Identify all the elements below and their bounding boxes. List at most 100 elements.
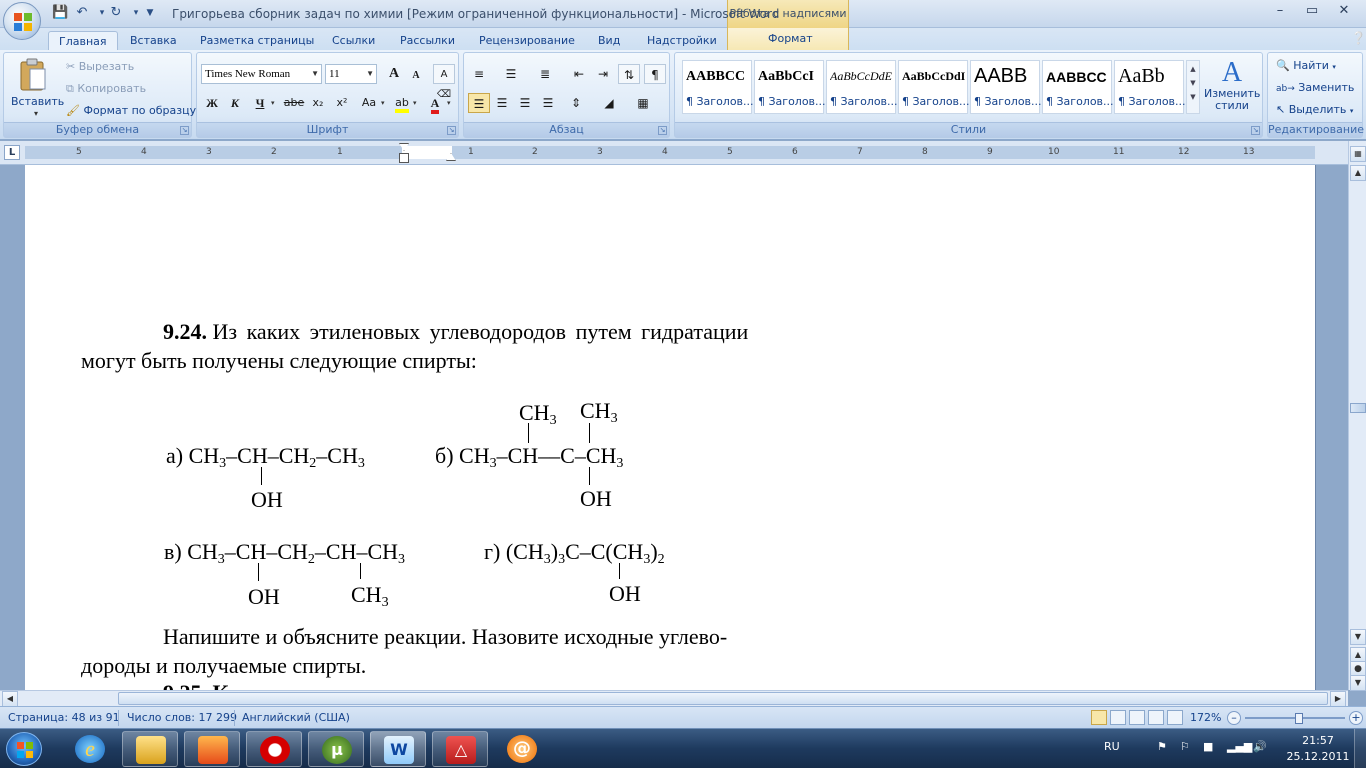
- change-styles-button[interactable]: A Изменить стили: [1204, 58, 1260, 120]
- draft-view-icon[interactable]: [1167, 710, 1183, 725]
- clock-time[interactable]: 21:57: [1293, 734, 1343, 747]
- help-icon[interactable]: ❔: [1351, 31, 1366, 45]
- styles-launcher-icon[interactable]: ↘: [1251, 126, 1260, 135]
- input-language[interactable]: RU: [1104, 740, 1120, 753]
- scroll-left-icon[interactable]: ◀: [2, 691, 18, 707]
- office-button[interactable]: [3, 2, 41, 40]
- style-tile[interactable]: AaBbCcDdI ¶ Заголов...: [898, 60, 970, 114]
- shrink-font-button[interactable]: A: [405, 66, 427, 86]
- taskbar-ie[interactable]: e: [62, 731, 118, 767]
- paragraph-launcher-icon[interactable]: ↘: [658, 126, 667, 135]
- copy-button[interactable]: ⧉ Копировать: [66, 82, 146, 96]
- tab-references[interactable]: Ссылки: [332, 31, 375, 50]
- style-tile[interactable]: AABB ¶ Заголов...: [970, 60, 1042, 114]
- customize-qat-icon[interactable]: ▼: [142, 5, 158, 21]
- minimize-button[interactable]: –: [1266, 2, 1294, 22]
- taskbar-utorrent[interactable]: µ: [308, 731, 364, 767]
- style-tile[interactable]: AaBbCcDdE ¶ Заголов...: [826, 60, 898, 114]
- style-tile[interactable]: AaBbCcI ¶ Заголов...: [754, 60, 826, 114]
- clock-date[interactable]: 25.12.2011: [1283, 750, 1353, 763]
- zoom-out-icon[interactable]: –: [1227, 711, 1241, 725]
- paste-button[interactable]: Вставить: [11, 95, 64, 108]
- align-left-icon[interactable]: ☰: [468, 93, 490, 113]
- shading-icon[interactable]: ◢: [598, 93, 620, 113]
- hscroll-thumb[interactable]: [118, 692, 1328, 705]
- tray-app-icon[interactable]: ■: [1203, 740, 1213, 753]
- font-color-button[interactable]: A: [424, 93, 446, 114]
- start-button[interactable]: [6, 732, 42, 766]
- numbering-icon[interactable]: ☰: [500, 64, 522, 84]
- grow-font-button[interactable]: A: [383, 64, 405, 84]
- restore-button[interactable]: ▭: [1298, 2, 1326, 22]
- taskbar-opera[interactable]: [246, 731, 302, 767]
- borders-icon[interactable]: ▦: [632, 93, 654, 113]
- left-indent-icon[interactable]: [399, 153, 409, 163]
- paste-icon[interactable]: [18, 57, 48, 93]
- word-count[interactable]: Число слов: 17 299: [127, 711, 237, 724]
- tab-addins[interactable]: Надстройки: [647, 31, 717, 50]
- close-button[interactable]: ✕: [1330, 2, 1358, 22]
- style-tile[interactable]: AaBb ¶ Заголов...: [1114, 60, 1186, 114]
- underline-button[interactable]: Ч: [249, 93, 271, 113]
- align-right-icon[interactable]: ☰: [514, 93, 536, 113]
- page-count[interactable]: Страница: 48 из 91: [8, 711, 120, 724]
- chevron-up-icon[interactable]: ▲: [1187, 65, 1199, 73]
- highlight-icon[interactable]: ab: [391, 93, 413, 113]
- more-styles-icon[interactable]: ▼: [1187, 93, 1199, 101]
- tab-view[interactable]: Вид: [598, 31, 620, 50]
- change-case-button[interactable]: Aa: [356, 93, 382, 113]
- clear-formatting-icon[interactable]: A​⌫: [433, 64, 455, 100]
- taskbar-acrobat[interactable]: △: [432, 731, 488, 767]
- cut-button[interactable]: ✂ Вырезать: [66, 60, 134, 73]
- paste-dropdown-icon[interactable]: ▾: [34, 109, 38, 118]
- subscript-button[interactable]: x₂: [307, 93, 329, 113]
- print-layout-view-icon[interactable]: [1091, 710, 1107, 725]
- sort-icon[interactable]: ⇅: [618, 64, 640, 84]
- page[interactable]: 9.24. Из каких этиленовых углеводородов …: [25, 165, 1316, 690]
- action-center-icon[interactable]: ⚐: [1180, 740, 1190, 753]
- replace-button[interactable]: ab→ Заменить: [1276, 81, 1354, 94]
- language-indicator[interactable]: Английский (США): [242, 711, 350, 724]
- taskbar-word[interactable]: W: [370, 731, 426, 767]
- volume-icon[interactable]: 🔊: [1253, 740, 1267, 753]
- scroll-thumb[interactable]: [1350, 403, 1366, 413]
- decrease-indent-icon[interactable]: ⇤: [568, 64, 590, 84]
- tab-insert[interactable]: Вставка: [130, 31, 177, 50]
- highlight-dropdown-icon[interactable]: ▾: [413, 99, 417, 107]
- full-screen-reading-view-icon[interactable]: [1110, 710, 1126, 725]
- redo-icon[interactable]: ↻: [108, 5, 124, 21]
- clipboard-launcher-icon[interactable]: ↘: [180, 126, 189, 135]
- superscript-button[interactable]: x²: [331, 93, 353, 113]
- tab-format[interactable]: Формат: [768, 29, 813, 48]
- taskbar-app[interactable]: [184, 731, 240, 767]
- scroll-right-icon[interactable]: ▶: [1330, 691, 1346, 707]
- web-layout-view-icon[interactable]: [1129, 710, 1145, 725]
- justify-icon[interactable]: ☰: [537, 93, 559, 113]
- find-button[interactable]: 🔍 Найти ▾: [1276, 59, 1336, 72]
- zoom-slider-thumb[interactable]: [1295, 713, 1303, 724]
- view-ruler-icon[interactable]: ▦: [1350, 146, 1366, 162]
- show-desktop-button[interactable]: [1354, 729, 1366, 768]
- font-color-dropdown-icon[interactable]: ▾: [447, 99, 451, 107]
- zoom-in-icon[interactable]: +: [1349, 711, 1363, 725]
- change-case-dropdown-icon[interactable]: ▾: [381, 99, 385, 107]
- font-launcher-icon[interactable]: ↘: [447, 126, 456, 135]
- style-tile[interactable]: AABBCC ¶ Заголов...: [1042, 60, 1114, 114]
- line-spacing-icon[interactable]: ⇕: [565, 93, 587, 113]
- styles-scroll[interactable]: ▲ ▼ ▼: [1186, 60, 1200, 114]
- tab-page-layout[interactable]: Разметка страницы: [200, 31, 314, 50]
- underline-dropdown-icon[interactable]: ▾: [271, 99, 275, 107]
- font-name-combo[interactable]: Times New Roman ▼: [201, 64, 322, 84]
- italic-button[interactable]: К: [224, 93, 246, 113]
- style-tile[interactable]: AABBCC ¶ Заголов...: [682, 60, 754, 114]
- taskbar-explorer[interactable]: [122, 731, 178, 767]
- format-painter-button[interactable]: 🖌 Формат по образцу: [66, 104, 196, 117]
- tab-review[interactable]: Рецензирование: [479, 31, 575, 50]
- chevron-down-icon[interactable]: ▼: [1187, 79, 1199, 87]
- scroll-down-icon[interactable]: ▼: [1350, 629, 1366, 645]
- show-marks-button[interactable]: ¶: [644, 64, 666, 84]
- vertical-scrollbar[interactable]: ▦ ▲ ▼ ▲ ● ▼: [1348, 141, 1366, 691]
- undo-icon[interactable]: ↶: [74, 5, 90, 21]
- scroll-up-icon[interactable]: ▲: [1350, 165, 1366, 181]
- strikethrough-button[interactable]: abe: [283, 93, 305, 113]
